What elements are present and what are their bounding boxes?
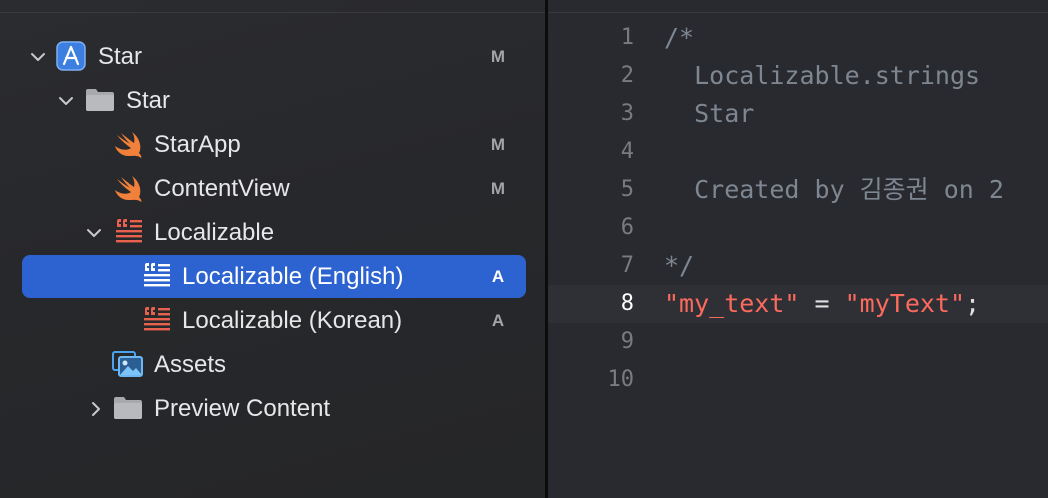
swift-file-icon bbox=[114, 167, 146, 211]
status-badge: M bbox=[490, 135, 506, 154]
strings-file-icon bbox=[142, 299, 174, 343]
comment-text: Star bbox=[664, 99, 755, 128]
code-text[interactable]: /* bbox=[664, 19, 694, 57]
line-number: 8 bbox=[620, 291, 634, 316]
line-number: 3 bbox=[620, 101, 634, 126]
chevron-down-icon[interactable] bbox=[84, 211, 104, 255]
line-number: 1 bbox=[620, 25, 634, 50]
nav-item-label: Assets bbox=[154, 351, 227, 378]
code-line[interactable]: 7 */ bbox=[548, 247, 1048, 285]
comment-text: Localizable.strings bbox=[664, 61, 981, 90]
line-number: 9 bbox=[620, 329, 634, 354]
code-line[interactable]: 3 Star bbox=[548, 95, 1048, 133]
nav-item-label: Localizable bbox=[154, 219, 275, 246]
code-token: = bbox=[799, 289, 845, 318]
code-text[interactable]: */ bbox=[664, 247, 694, 285]
editor-top-divider bbox=[548, 12, 1048, 13]
chevron-down-icon[interactable] bbox=[56, 79, 76, 123]
status-badge: A bbox=[491, 267, 505, 286]
line-number: 5 bbox=[620, 177, 634, 202]
code-text[interactable]: Star bbox=[664, 95, 754, 133]
code-text[interactable]: Created by 김종권 on 2 bbox=[664, 171, 1004, 209]
nav-item-star-project[interactable]: Star M bbox=[0, 35, 545, 79]
code-line[interactable]: 6 bbox=[548, 209, 1048, 247]
comment-text: Created by 김종권 on 2 bbox=[664, 175, 1004, 204]
code-line[interactable]: 1 /* bbox=[548, 19, 1048, 57]
nav-item-preview-content[interactable]: Preview Content bbox=[0, 387, 545, 431]
nav-item-localizable-korean[interactable]: Localizable (Korean) A bbox=[0, 299, 545, 343]
nav-item-label: Star bbox=[98, 43, 143, 70]
strings-file-icon bbox=[142, 255, 174, 299]
chevron-right-icon[interactable] bbox=[86, 387, 106, 431]
code-line[interactable]: 9 bbox=[548, 323, 1048, 361]
asset-catalog-icon bbox=[112, 343, 144, 387]
status-badge: A bbox=[491, 311, 505, 330]
code-line[interactable]: 8 "my_text" = "myText"; bbox=[548, 285, 1048, 323]
line-number: 10 bbox=[607, 367, 635, 392]
code-line[interactable]: 10 bbox=[548, 361, 1048, 399]
line-number: 2 bbox=[620, 63, 634, 88]
swift-file-icon bbox=[114, 123, 146, 167]
code-text[interactable]: "my_text" = "myText"; bbox=[664, 285, 980, 323]
comment-text: /* bbox=[664, 23, 695, 52]
status-badge bbox=[486, 79, 510, 123]
nav-item-label: ContentView bbox=[154, 175, 290, 202]
source-editor[interactable]: 1/* 2 Localizable.strings 3 Star 4 5 Created… bbox=[548, 0, 1048, 498]
nav-item-starapp[interactable]: StarApp M bbox=[0, 123, 545, 167]
status-badge: M bbox=[490, 179, 506, 198]
code-line[interactable]: 5 Created by 김종권 on 2 bbox=[548, 171, 1048, 209]
folder-icon bbox=[113, 387, 145, 431]
nav-item-label: Localizable (Korean) bbox=[182, 307, 403, 334]
nav-item-localizable-english[interactable]: Localizable (English) A bbox=[0, 255, 545, 299]
nav-item-star-folder[interactable]: Star bbox=[0, 79, 545, 123]
line-number: 4 bbox=[620, 139, 634, 164]
folder-icon bbox=[85, 79, 117, 123]
nav-item-assets[interactable]: Assets bbox=[0, 343, 545, 387]
chevron-down-icon[interactable] bbox=[28, 35, 48, 79]
nav-item-label: StarApp bbox=[154, 131, 241, 158]
code-line[interactable]: 2 Localizable.strings bbox=[548, 57, 1048, 95]
status-badge bbox=[486, 211, 510, 255]
strings-file-icon bbox=[114, 211, 146, 255]
navigator-top-divider bbox=[0, 12, 545, 13]
code-text[interactable]: Localizable.strings bbox=[664, 57, 980, 95]
comment-text: */ bbox=[664, 251, 695, 280]
xcode-project-icon bbox=[56, 35, 88, 79]
line-number: 6 bbox=[620, 215, 634, 240]
nav-item-contentview[interactable]: ContentView M bbox=[0, 167, 545, 211]
project-navigator: Star M Star StarApp M ContentView M Loca… bbox=[0, 0, 545, 498]
code-token: ; bbox=[965, 289, 981, 318]
nav-item-label: Star bbox=[126, 87, 171, 114]
string-literal: "my_text" bbox=[664, 289, 800, 318]
status-badge bbox=[486, 343, 510, 387]
nav-item-localizable-group[interactable]: Localizable bbox=[0, 211, 545, 255]
status-badge bbox=[486, 387, 510, 431]
code-line[interactable]: 4 bbox=[548, 133, 1048, 171]
nav-item-label: Preview Content bbox=[154, 395, 331, 422]
nav-item-label: Localizable (English) bbox=[182, 263, 404, 290]
line-number: 7 bbox=[620, 253, 634, 278]
string-literal: "myText" bbox=[844, 289, 966, 318]
status-badge: M bbox=[490, 47, 506, 66]
